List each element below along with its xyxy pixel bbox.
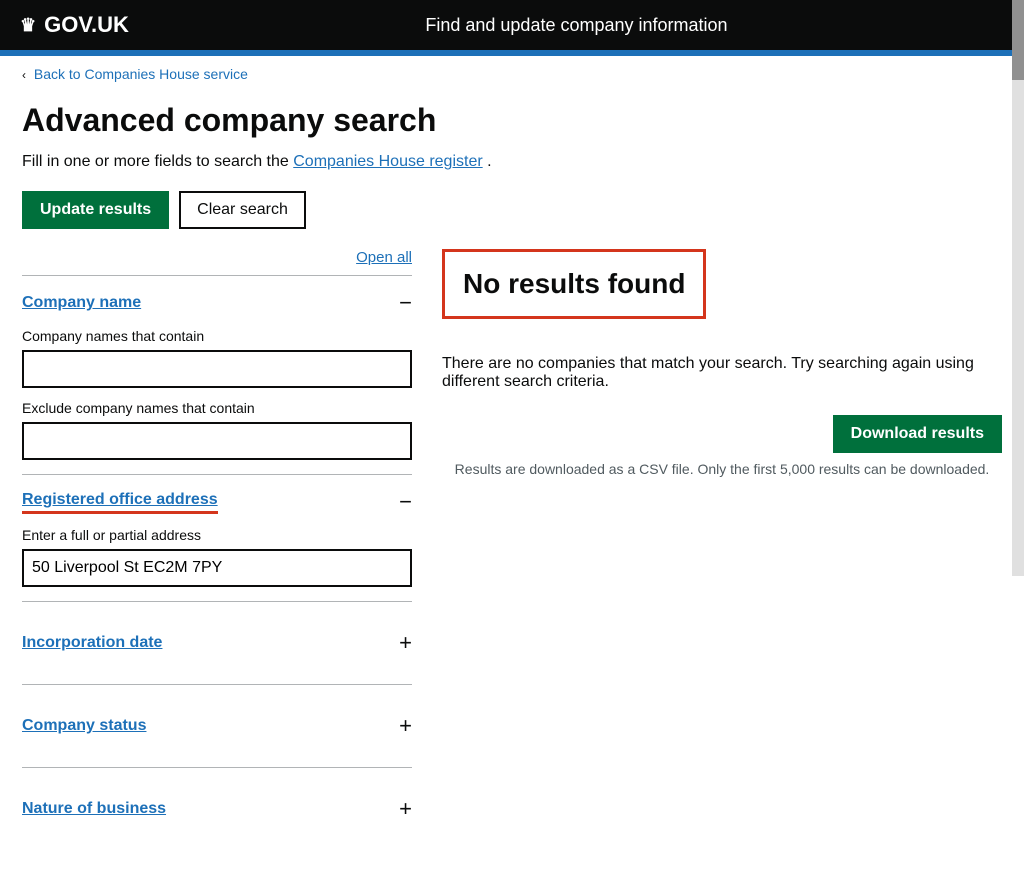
scrollbar[interactable] [1012,0,1024,576]
company-name-collapse-icon: − [399,290,412,316]
main-content: ‹ Back to Companies House service Advanc… [2,56,1022,870]
two-col-layout: Open all Company name − Company names th… [22,249,1002,850]
exclude-label: Exclude company names that contain [22,400,412,416]
nature-label: Nature of business [22,800,166,818]
no-results-description: There are no companies that match your s… [442,355,1002,391]
gov-uk-logo: ♛ GOV.UK [20,12,129,38]
contains-label: Company names that contain [22,328,412,344]
site-header: ♛ GOV.UK Find and update company informa… [0,0,1024,50]
header-title: Find and update company information [149,15,1004,36]
logo-text: GOV.UK [44,12,129,38]
no-results-box: No results found [442,249,706,319]
nature-header[interactable]: Nature of business + [22,782,412,836]
action-buttons: Update results Clear search [22,191,1002,229]
company-status-label: Company status [22,717,146,735]
address-label: Enter a full or partial address [22,527,412,543]
address-field-group: Enter a full or partial address [22,527,412,587]
open-all-row: Open all [22,249,412,267]
scrollbar-thumb[interactable] [1012,0,1024,80]
incorporation-date-expand-icon: + [399,630,412,656]
registered-office-header[interactable]: Registered office address − [22,489,412,515]
registered-office-section: Registered office address − Enter a full… [22,474,412,601]
incorporation-date-section: Incorporation date + [22,601,412,684]
subtitle-before: Fill in one or more fields to search the [22,153,289,170]
open-all-link[interactable]: Open all [356,249,412,266]
download-results-button[interactable]: Download results [833,415,1002,453]
breadcrumb[interactable]: ‹ Back to Companies House service [22,66,1002,82]
download-note: Results are downloaded as a CSV file. On… [442,461,1002,477]
breadcrumb-chevron-icon: ‹ [22,68,26,82]
address-input[interactable] [22,549,412,587]
subtitle-after: . [487,153,491,170]
incorporation-date-header[interactable]: Incorporation date + [22,616,412,670]
company-name-contains-input[interactable] [22,350,412,388]
right-panel: No results found There are no companies … [442,249,1002,850]
nature-expand-icon: + [399,796,412,822]
clear-search-button[interactable]: Clear search [179,191,306,229]
company-status-header[interactable]: Company status + [22,699,412,753]
no-results-title: No results found [463,268,685,300]
download-row: Download results [442,415,1002,453]
incorporation-date-label: Incorporation date [22,634,162,652]
subtitle: Fill in one or more fields to search the… [22,153,1002,171]
company-name-contains-group: Company names that contain [22,328,412,388]
company-status-expand-icon: + [399,713,412,739]
update-results-button[interactable]: Update results [22,191,169,229]
breadcrumb-link[interactable]: Back to Companies House service [34,66,248,82]
companies-house-register-link[interactable]: Companies House register [293,153,482,170]
company-name-section: Company name − Company names that contai… [22,275,412,474]
registered-office-label: Registered office address [22,491,218,514]
crown-icon: ♛ [20,15,36,36]
company-name-exclude-group: Exclude company names that contain [22,400,412,460]
registered-office-collapse-icon: − [399,489,412,515]
nature-section: Nature of business + [22,767,412,850]
company-status-section: Company status + [22,684,412,767]
company-name-header[interactable]: Company name − [22,290,412,316]
left-panel: Open all Company name − Company names th… [22,249,412,850]
company-name-label: Company name [22,294,141,312]
page-title: Advanced company search [22,102,1002,139]
company-name-exclude-input[interactable] [22,422,412,460]
